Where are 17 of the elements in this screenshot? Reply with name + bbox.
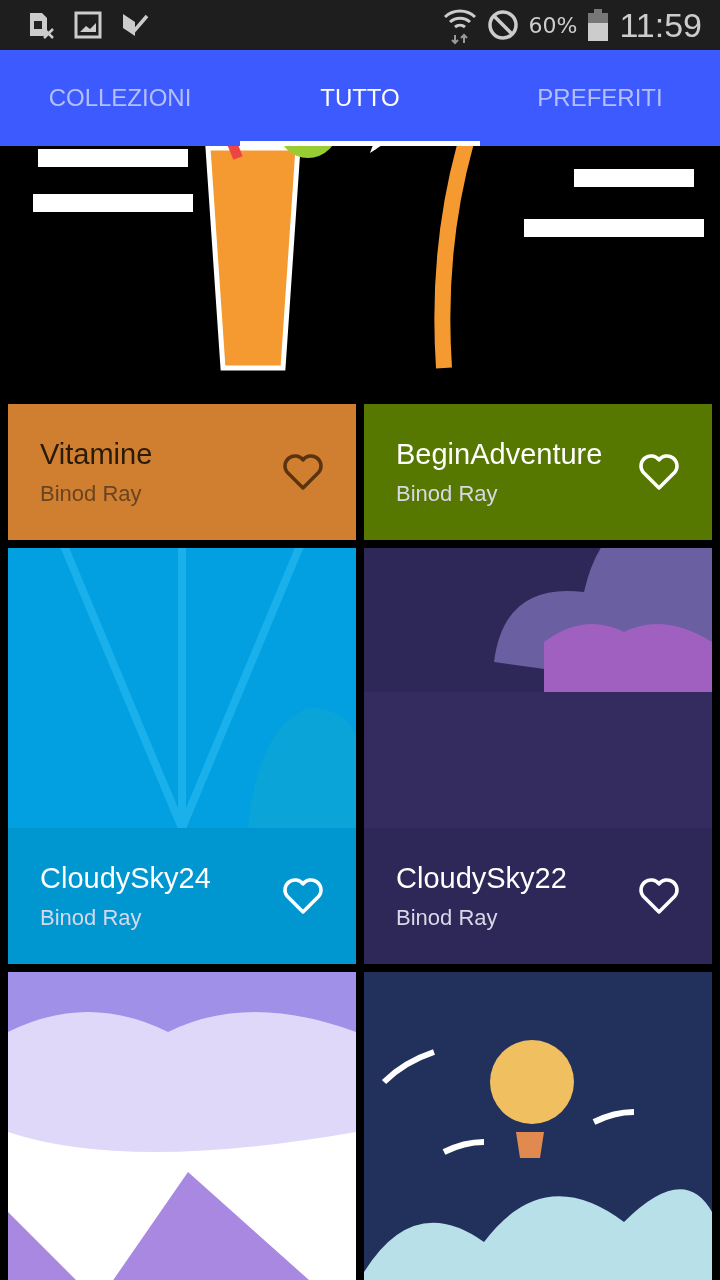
author-name: Binod Ray — [40, 480, 143, 507]
image-icon — [74, 11, 102, 39]
author-name: Binod Ray — [40, 904, 143, 931]
wallpaper-title: CloudySky24 — [40, 861, 211, 895]
author-name: Binod Ray — [396, 480, 499, 507]
battery-icon — [587, 9, 610, 41]
tab[interactable]: COLLEZIONI — [0, 50, 240, 146]
landscape-drawing[interactable] — [364, 972, 712, 1280]
clock: 11:59 — [619, 5, 702, 45]
blocked-icon — [486, 9, 519, 41]
tab[interactable]: PREFERITI — [480, 50, 720, 146]
wallpaper-title: BeginAdventure — [396, 437, 603, 471]
wallpaper-title: CloudySky22 — [396, 861, 567, 895]
checkmark-icon — [120, 11, 150, 39]
wallpaper-title: Vitamine — [40, 437, 153, 471]
author-name: Binod Ray — [396, 904, 499, 931]
battery-percent: 60% — [528, 12, 578, 38]
